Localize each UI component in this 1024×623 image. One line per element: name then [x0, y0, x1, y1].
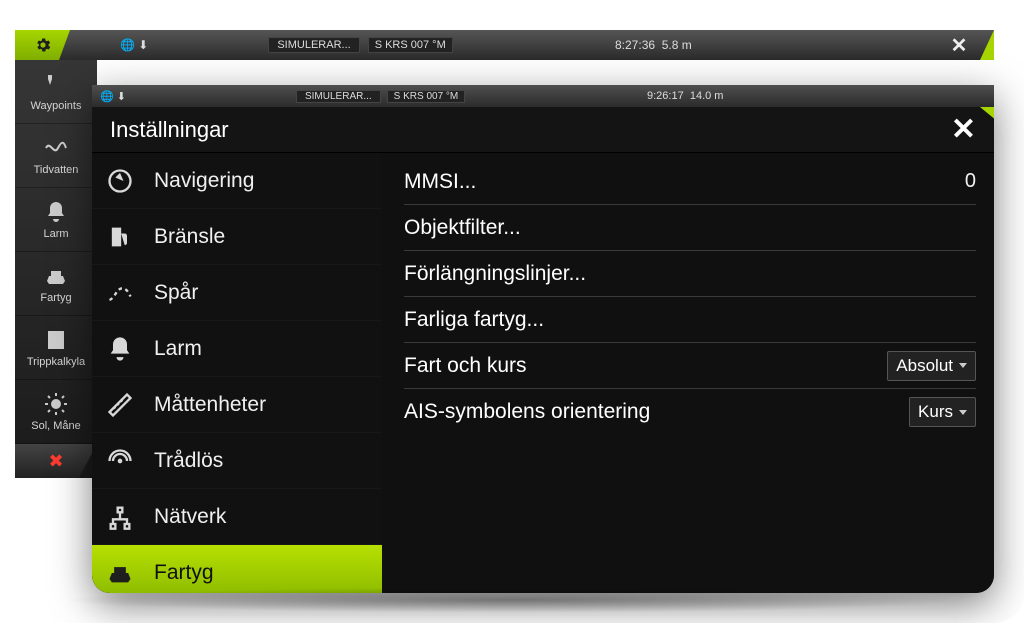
fartkurs-select[interactable]: Absolut [887, 351, 976, 381]
rail-item-tidvatten[interactable]: Tidvatten [15, 124, 97, 188]
detail-objektfilter[interactable]: Objektfilter... [404, 205, 976, 251]
cat-label: Navigering [154, 169, 254, 193]
rear-time-text: 8:27:36 5.8 m [615, 38, 692, 52]
front-sim-badge: SIMULERAR... [296, 90, 381, 103]
rail-label: Fartyg [40, 292, 71, 304]
front-krs-badge: S KRS 007 °M [387, 90, 466, 103]
gear-icon[interactable] [15, 30, 70, 60]
detail-fart-och-kurs[interactable]: Fart och kurs Absolut [404, 343, 976, 389]
cat-mattenheter[interactable]: Måttenheter [92, 377, 382, 433]
ais-select[interactable]: Kurs [909, 397, 976, 427]
detail-label: AIS-symbolens orientering [404, 400, 650, 424]
rail-label: Sol, Måne [31, 420, 81, 432]
cat-tradlos[interactable]: Trådlös [92, 433, 382, 489]
rail-item-waypoints[interactable]: Waypoints [15, 60, 97, 124]
detail-label: Farliga fartyg... [404, 308, 544, 332]
rear-status-bar: 🌐 ⬇ SIMULERAR... S KRS 007 °M 8:27:36 5.… [15, 30, 994, 60]
detail-ais-orientering[interactable]: AIS-symbolens orientering Kurs [404, 389, 976, 435]
settings-header: Inställningar ✕ [92, 107, 994, 153]
rear-sim-badge: SIMULERAR... [268, 37, 359, 53]
rail-item-fartyg[interactable]: Fartyg [15, 252, 97, 316]
detail-label: Förlängningslinjer... [404, 262, 586, 286]
cat-fartyg[interactable]: Fartyg [92, 545, 382, 593]
rail-label: Waypoints [31, 100, 82, 112]
close-icon: ✕ [951, 33, 968, 58]
settings-category-list: Navigering Bränsle Spår Larm Måttenheter [92, 153, 382, 593]
detail-farliga-fartyg[interactable]: Farliga fartyg... [404, 297, 976, 343]
cat-label: Spår [154, 281, 198, 305]
rail-item-larm[interactable]: Larm [15, 188, 97, 252]
cat-natverk[interactable]: Nätverk [92, 489, 382, 545]
detail-label: Objektfilter... [404, 216, 521, 240]
close-x-icon: ✖ [48, 451, 63, 472]
cat-label: Trådlös [154, 449, 223, 473]
select-value: Absolut [896, 356, 953, 376]
detail-forlangningslinjer[interactable]: Förlängningslinjer... [404, 251, 976, 297]
rail-item-sol[interactable]: Sol, Måne [15, 380, 97, 444]
cat-label: Larm [154, 337, 202, 361]
globe-icon: 🌐 ⬇ [120, 38, 148, 52]
detail-label: MMSI... [404, 170, 476, 194]
front-status-bar: 🌐 ⬇ SIMULERAR... S KRS 007 °M 9:26:17 14… [92, 85, 994, 107]
front-time-text: 9:26:17 14.0 m [647, 90, 723, 102]
detail-label: Fart och kurs [404, 354, 527, 378]
select-value: Kurs [918, 402, 953, 422]
cat-label: Bränsle [154, 225, 225, 249]
globe-icon: 🌐 ⬇ [100, 90, 126, 103]
rail-label: Trippkalkyla [27, 356, 85, 368]
cat-spar[interactable]: Spår [92, 265, 382, 321]
cat-label: Fartyg [154, 561, 214, 585]
cat-larm[interactable]: Larm [92, 321, 382, 377]
rear-nav-rail: Waypoints Tidvatten Larm Fartyg Trippkal… [15, 60, 97, 478]
cat-label: Nätverk [154, 505, 226, 529]
rear-krs-badge: S KRS 007 °M [368, 37, 453, 53]
settings-close-button[interactable]: ✕ [916, 112, 976, 147]
settings-title: Inställningar [110, 117, 229, 143]
rail-item-trippkalkyl[interactable]: Trippkalkyla [15, 316, 97, 380]
detail-value: 0 [965, 170, 976, 193]
close-icon: ✕ [951, 113, 976, 146]
rail-label: Larm [43, 228, 68, 240]
settings-window: 🌐 ⬇ SIMULERAR... S KRS 007 °M 9:26:17 14… [92, 85, 994, 593]
detail-mmsi[interactable]: MMSI... 0 [404, 159, 976, 205]
cat-navigering[interactable]: Navigering [92, 153, 382, 209]
rear-close-button[interactable]: ✕ [924, 30, 994, 60]
settings-detail-pane: MMSI... 0 Objektfilter... Förlängningsli… [382, 153, 994, 593]
cat-bransle[interactable]: Bränsle [92, 209, 382, 265]
cat-label: Måttenheter [154, 393, 266, 417]
rail-label: Tidvatten [34, 164, 79, 176]
rail-close-tab[interactable]: ✖ [15, 444, 97, 478]
